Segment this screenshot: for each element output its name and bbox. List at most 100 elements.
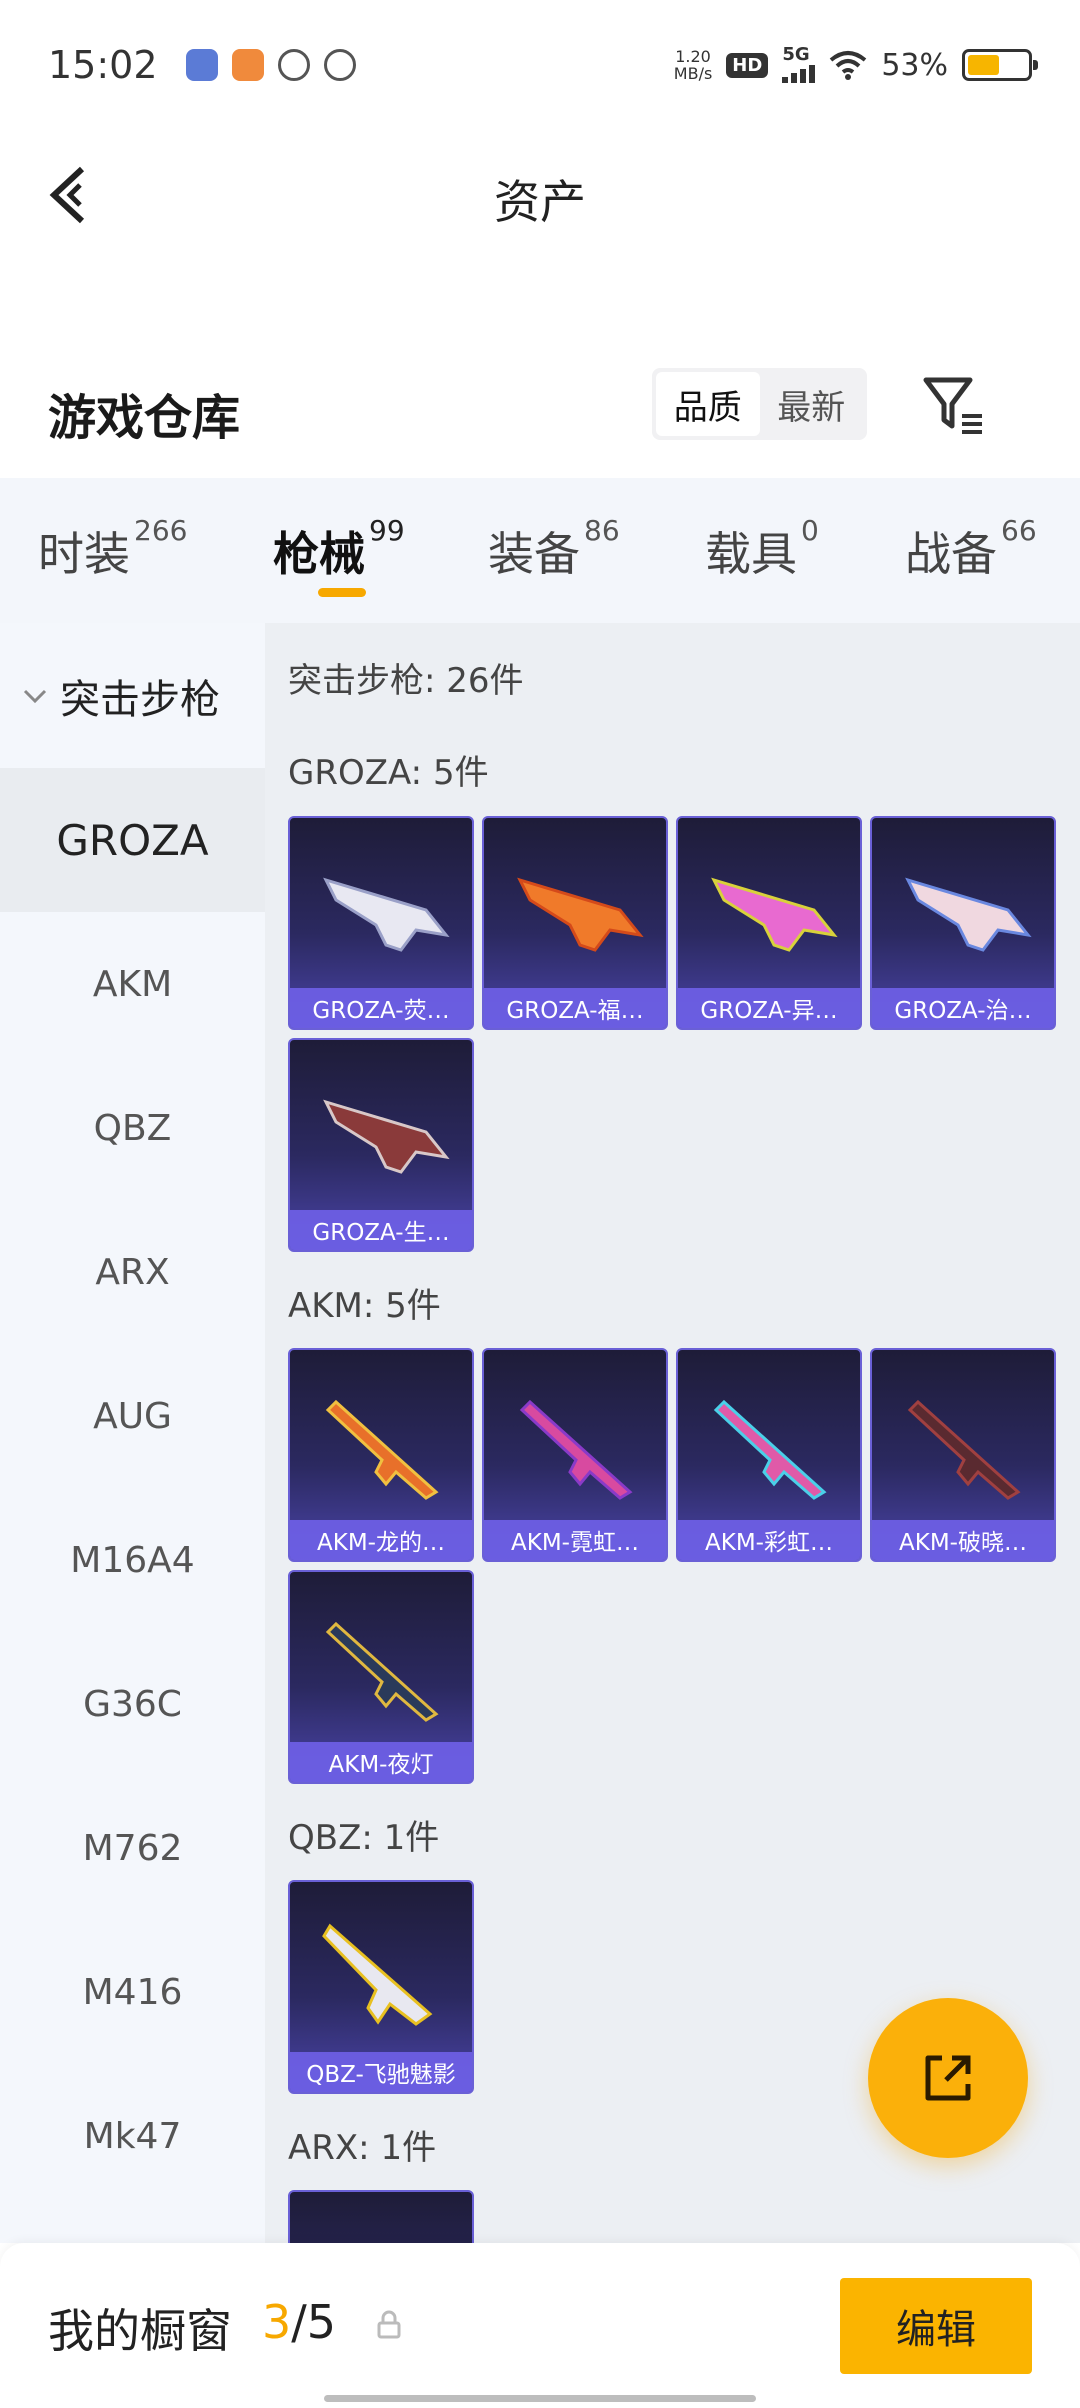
header: 资产	[0, 130, 1080, 260]
weapon-skin-image	[323, 1099, 450, 1174]
tab-count: 266	[134, 514, 188, 547]
category-tabs: 时装 266 枪械 99 装备 86 载具 0 战备 66	[0, 478, 1080, 623]
weapon-skin-image	[517, 877, 644, 952]
tab-fashion[interactable]: 时装 266	[38, 514, 187, 584]
weapon-card-label: AKM-夜灯	[290, 1742, 472, 1782]
nav-group-assault-rifles[interactable]: 突击步枪	[0, 623, 265, 768]
weapon-card[interactable]: AKM-龙的…	[288, 1348, 474, 1562]
tab-weapons[interactable]: 枪械 99	[273, 514, 405, 584]
section-title: ARX: 1件	[288, 2128, 437, 2168]
showcase-label: 我的橱窗	[48, 2304, 232, 2358]
weapon-card-label: GROZA-生…	[290, 1210, 472, 1250]
weapon-card-label: AKM-彩虹…	[678, 1520, 860, 1560]
chevron-down-icon	[23, 689, 47, 703]
weapon-skin-image	[325, 1399, 439, 1500]
showcase-current: 3	[262, 2295, 292, 2349]
network-type: 5G	[782, 44, 810, 65]
nav-item-qbz[interactable]: QBZ	[0, 1056, 265, 1200]
nav-item-m16a4[interactable]: M16A4	[0, 1488, 265, 1632]
weapon-skin-image	[519, 1399, 633, 1500]
tab-count: 99	[369, 514, 405, 547]
weapon-card[interactable]: QBZ-飞驰魅影	[288, 1880, 474, 2094]
sort-toggle: 品质 最新	[652, 368, 867, 440]
sort-option-latest[interactable]: 最新	[760, 372, 864, 436]
nav-item-aug[interactable]: AUG	[0, 1344, 265, 1488]
weapon-card[interactable]: GROZA-生…	[288, 1038, 474, 1252]
weapon-skin-image	[907, 1399, 1021, 1500]
tab-label: 载具	[705, 527, 797, 581]
weapon-card[interactable]: GROZA-荧…	[288, 816, 474, 1030]
weapon-skin-image	[322, 1923, 433, 2026]
net-speed: 1.20 MB/s	[674, 48, 713, 82]
nav-item-groza[interactable]: GROZA	[0, 768, 265, 912]
showcase-count: 3/5	[262, 2295, 336, 2349]
category-summary: 突击步枪: 26件	[288, 661, 524, 701]
weapon-card[interactable]	[288, 2190, 474, 2243]
weapon-card[interactable]: GROZA-福…	[482, 816, 668, 1030]
weapon-skin-image	[711, 877, 838, 952]
tab-count: 66	[1001, 514, 1037, 547]
tab-count: 86	[584, 514, 620, 547]
weapon-card[interactable]: AKM-霓虹…	[482, 1348, 668, 1562]
nav-item-m416[interactable]: M416	[0, 1920, 265, 2064]
battery-icon	[962, 49, 1038, 81]
tab-label: 时装	[38, 527, 130, 581]
tab-label: 战备	[905, 527, 997, 581]
tab-vehicles[interactable]: 载具 0	[705, 514, 819, 584]
weapon-card[interactable]: GROZA-治…	[870, 816, 1056, 1030]
app-notification-icon	[185, 49, 218, 81]
showcase-bar: 我的橱窗 3/5 编辑	[0, 2243, 1080, 2408]
signal-icon	[782, 63, 816, 83]
status-time: 15:02	[48, 43, 158, 87]
weapon-skin-image	[325, 1621, 439, 1722]
tab-count: 0	[801, 514, 819, 547]
nav-item-mk47[interactable]: Mk47	[0, 2064, 265, 2208]
lock-icon	[377, 2310, 401, 2339]
tab-battle-gear[interactable]: 战备 66	[905, 514, 1037, 584]
status-bar: 15:02 1.20 MB/s HD 5G 53%	[0, 0, 1080, 130]
filter-icon[interactable]	[920, 370, 990, 440]
tab-label: 枪械	[273, 527, 365, 581]
weapon-card[interactable]: AKM-破晓…	[870, 1348, 1056, 1562]
weapon-skin-image	[323, 877, 450, 952]
weapon-card-label: AKM-龙的…	[290, 1520, 472, 1560]
share-icon	[925, 2055, 971, 2101]
app-notification-icon	[277, 49, 310, 81]
nav-item-akm[interactable]: AKM	[0, 912, 265, 1056]
weapon-card-label: AKM-破晓…	[872, 1520, 1054, 1560]
weapon-skin-image	[713, 1399, 827, 1500]
edit-button[interactable]: 编辑	[840, 2278, 1032, 2374]
app-notification-icon	[231, 49, 264, 81]
status-app-icons	[185, 49, 356, 81]
hd-badge: HD	[726, 52, 769, 78]
nav-group-label: 突击步枪	[60, 676, 220, 723]
home-indicator[interactable]	[324, 2395, 756, 2402]
showcase-total: /5	[291, 2295, 337, 2349]
section-title: QBZ: 1件	[288, 1818, 440, 1858]
section-title: AKM: 5件	[288, 1286, 441, 1326]
weapon-card-label: AKM-霓虹…	[484, 1520, 666, 1560]
nav-item-g36c[interactable]: G36C	[0, 1632, 265, 1776]
page-title: 资产	[494, 175, 586, 229]
tab-equipment[interactable]: 装备 86	[488, 514, 620, 584]
weapon-card-label: GROZA-福…	[484, 988, 666, 1028]
warehouse-title: 游戏仓库	[48, 390, 241, 446]
weapon-card[interactable]: AKM-彩虹…	[676, 1348, 862, 1562]
net-speed-unit: MB/s	[673, 64, 713, 83]
wifi-icon	[830, 51, 867, 80]
weapon-card-label: GROZA-异…	[678, 988, 860, 1028]
weapon-type-nav: 突击步枪 GROZA AKM QBZ ARX AUG M16A4 G36C M7…	[0, 623, 265, 2243]
battery-percent: 53%	[881, 47, 948, 83]
sort-option-quality[interactable]: 品质	[656, 372, 760, 436]
weapon-card[interactable]: AKM-夜灯	[288, 1570, 474, 1784]
weapon-card-label: GROZA-治…	[872, 988, 1054, 1028]
share-button[interactable]	[868, 1998, 1028, 2158]
net-speed-value: 1.20	[675, 47, 711, 66]
app-notification-icon	[323, 49, 356, 81]
weapon-card-label: GROZA-荧…	[290, 988, 472, 1028]
weapon-skin-image	[905, 877, 1032, 952]
weapon-card[interactable]: GROZA-异…	[676, 816, 862, 1030]
section-title: GROZA: 5件	[288, 753, 489, 793]
nav-item-m762[interactable]: M762	[0, 1776, 265, 1920]
nav-item-arx[interactable]: ARX	[0, 1200, 265, 1344]
